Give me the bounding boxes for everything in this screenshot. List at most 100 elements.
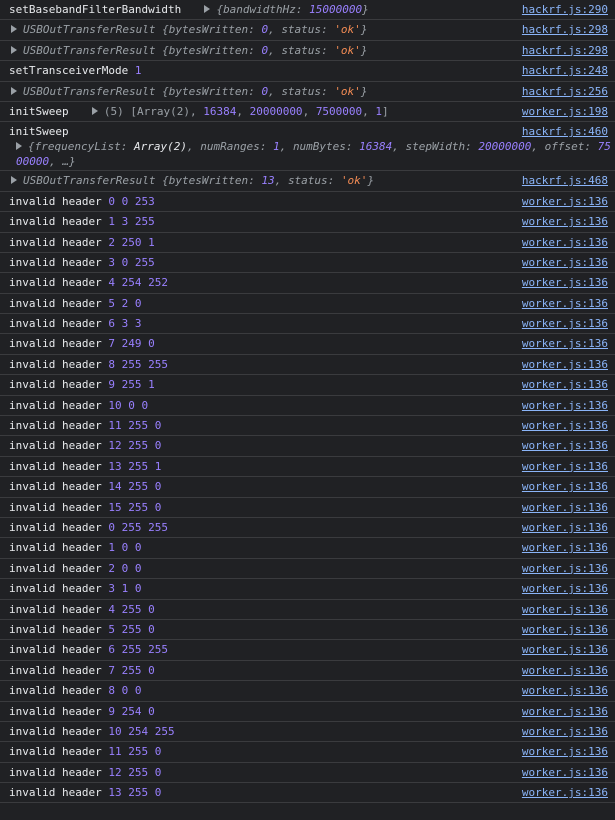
log-value-a: 11 [108,745,122,759]
console-message: invalid header 5 2 0 worker.js:136 [0,293,615,315]
log-label: invalid header [9,622,102,636]
log-value-a: 5 [108,622,115,636]
console-message: invalid header 5 255 0 worker.js:136 [0,619,615,641]
object-preview[interactable]: {frequencyList: Array(2), numRanges: 1, … [9,139,614,169]
source-link[interactable]: hackrf.js:298 [517,40,608,61]
log-label: invalid header [9,317,102,331]
log-value-a: 9 [108,378,115,392]
log-value-c: 0 [148,337,155,351]
log-value-c: 255 [148,643,168,657]
source-link[interactable]: worker.js:136 [517,538,608,558]
console-message: invalid header 2 250 1 worker.js:136 [0,232,615,253]
console-message: invalid header 12 255 0 worker.js:136 [0,436,615,457]
log-value-b: 0 [128,398,135,412]
log-label: invalid header [9,194,102,208]
source-link[interactable]: worker.js:136 [517,477,608,497]
log-value-a: 8 [108,357,115,371]
log-label: invalid header [9,520,102,534]
source-link[interactable]: worker.js:136 [517,354,608,375]
source-link[interactable]: worker.js:136 [517,334,608,354]
log-label: initSweep [9,104,69,118]
source-link[interactable]: worker.js:136 [517,375,608,395]
object-preview[interactable]: {bandwidthHz: 15000000} [216,3,368,16]
expand-triangle-icon[interactable] [11,86,17,95]
log-label: invalid header [9,276,102,290]
console-message: initSweep {frequencyList: Array(2), numR… [0,122,615,172]
console-message: invalid header 1 3 255 worker.js:136 [0,212,615,233]
console-message: invalid header 8 255 255 worker.js:136 [0,354,615,376]
source-link[interactable]: worker.js:136 [517,742,608,762]
log-label: invalid header [9,602,102,616]
console-message: USBOutTransferResult {bytesWritten: 0, s… [0,81,615,102]
source-link[interactable]: worker.js:136 [517,191,608,212]
console-message: invalid header 9 255 1 worker.js:136 [0,375,615,396]
source-link[interactable]: worker.js:136 [517,273,608,293]
object-preview[interactable]: USBOutTransferResult {bytesWritten: 0, s… [23,23,367,36]
log-value-c: 0 [134,541,142,555]
expand-triangle-icon[interactable] [11,176,17,185]
log-label: invalid header [9,459,102,473]
source-link[interactable]: hackrf.js:290 [517,0,608,20]
source-link[interactable]: worker.js:136 [517,558,608,579]
source-link[interactable]: worker.js:136 [517,456,608,477]
log-label: invalid header [9,500,102,514]
source-link[interactable]: hackrf.js:248 [517,61,608,81]
source-link[interactable]: worker.js:136 [517,314,608,334]
log-value-c: 0 [154,480,162,494]
source-link[interactable]: worker.js:136 [517,252,608,273]
log-value-b: 255 [128,439,149,453]
source-link[interactable]: worker.js:136 [517,701,608,721]
log-value-c: 255 [154,724,175,738]
source-link[interactable]: worker.js:136 [517,212,608,232]
source-link[interactable]: worker.js:198 [517,101,608,122]
source-link[interactable]: worker.js:136 [517,232,608,252]
log-value-b: 249 [121,337,142,351]
log-value-b: 255 [121,357,142,371]
source-link[interactable]: worker.js:136 [517,517,608,538]
source-link[interactable]: worker.js:136 [517,497,608,517]
source-link[interactable]: worker.js:136 [517,293,608,314]
source-link[interactable]: worker.js:136 [517,762,608,783]
log-value-a: 9 [108,704,115,718]
log-label: invalid header [9,235,102,249]
log-value-c: 0 [154,745,162,759]
source-link[interactable]: hackrf.js:298 [517,20,608,40]
log-value-b: 0 [121,194,129,208]
expand-triangle-icon[interactable] [91,106,98,115]
source-link[interactable]: hackrf.js:256 [517,81,608,101]
console-message: invalid header 10 254 255 worker.js:136 [0,721,615,743]
log-label: invalid header [9,745,102,759]
log-value-c: 0 [134,561,142,575]
expand-triangle-icon[interactable] [204,5,211,13]
source-link[interactable]: hackrf.js:468 [517,171,608,191]
source-link[interactable]: worker.js:136 [517,619,608,640]
log-label: invalid header [9,724,102,738]
log-value-c: 255 [148,357,168,371]
source-link[interactable]: worker.js:136 [517,436,608,456]
source-link[interactable]: worker.js:136 [517,660,608,681]
source-link[interactable]: worker.js:136 [517,579,608,599]
console-message: invalid header 7 249 0 worker.js:136 [0,334,615,355]
source-link[interactable]: worker.js:136 [517,640,608,660]
source-link[interactable]: worker.js:136 [517,416,608,436]
source-link[interactable]: worker.js:136 [517,721,608,742]
expand-triangle-icon[interactable] [11,25,17,34]
source-link[interactable]: worker.js:136 [517,783,608,803]
object-preview[interactable]: USBOutTransferResult {bytesWritten: 13, … [23,174,374,187]
source-link[interactable]: worker.js:136 [517,599,608,619]
console-message: invalid header 15 255 0 worker.js:136 [0,497,615,518]
source-link[interactable]: hackrf.js:460 [517,124,608,140]
expand-triangle-icon[interactable] [16,142,22,151]
object-preview[interactable]: USBOutTransferResult {bytesWritten: 0, s… [23,44,367,57]
log-label: setBasebandFilterBandwidth [9,3,182,16]
log-label: invalid header [9,439,102,453]
log-value-a: 6 [108,643,115,657]
log-value-a: 7 [108,337,115,351]
log-value-c: 0 [148,602,155,616]
expand-triangle-icon[interactable] [11,45,17,54]
source-link[interactable]: worker.js:136 [517,395,608,416]
console-message: invalid header 6 3 3 worker.js:136 [0,314,615,335]
array-preview[interactable]: (5) [Array(2), 16384, 20000000, 7500000,… [104,105,389,118]
object-preview[interactable]: USBOutTransferResult {bytesWritten: 0, s… [23,85,367,98]
source-link[interactable]: worker.js:136 [517,681,608,701]
